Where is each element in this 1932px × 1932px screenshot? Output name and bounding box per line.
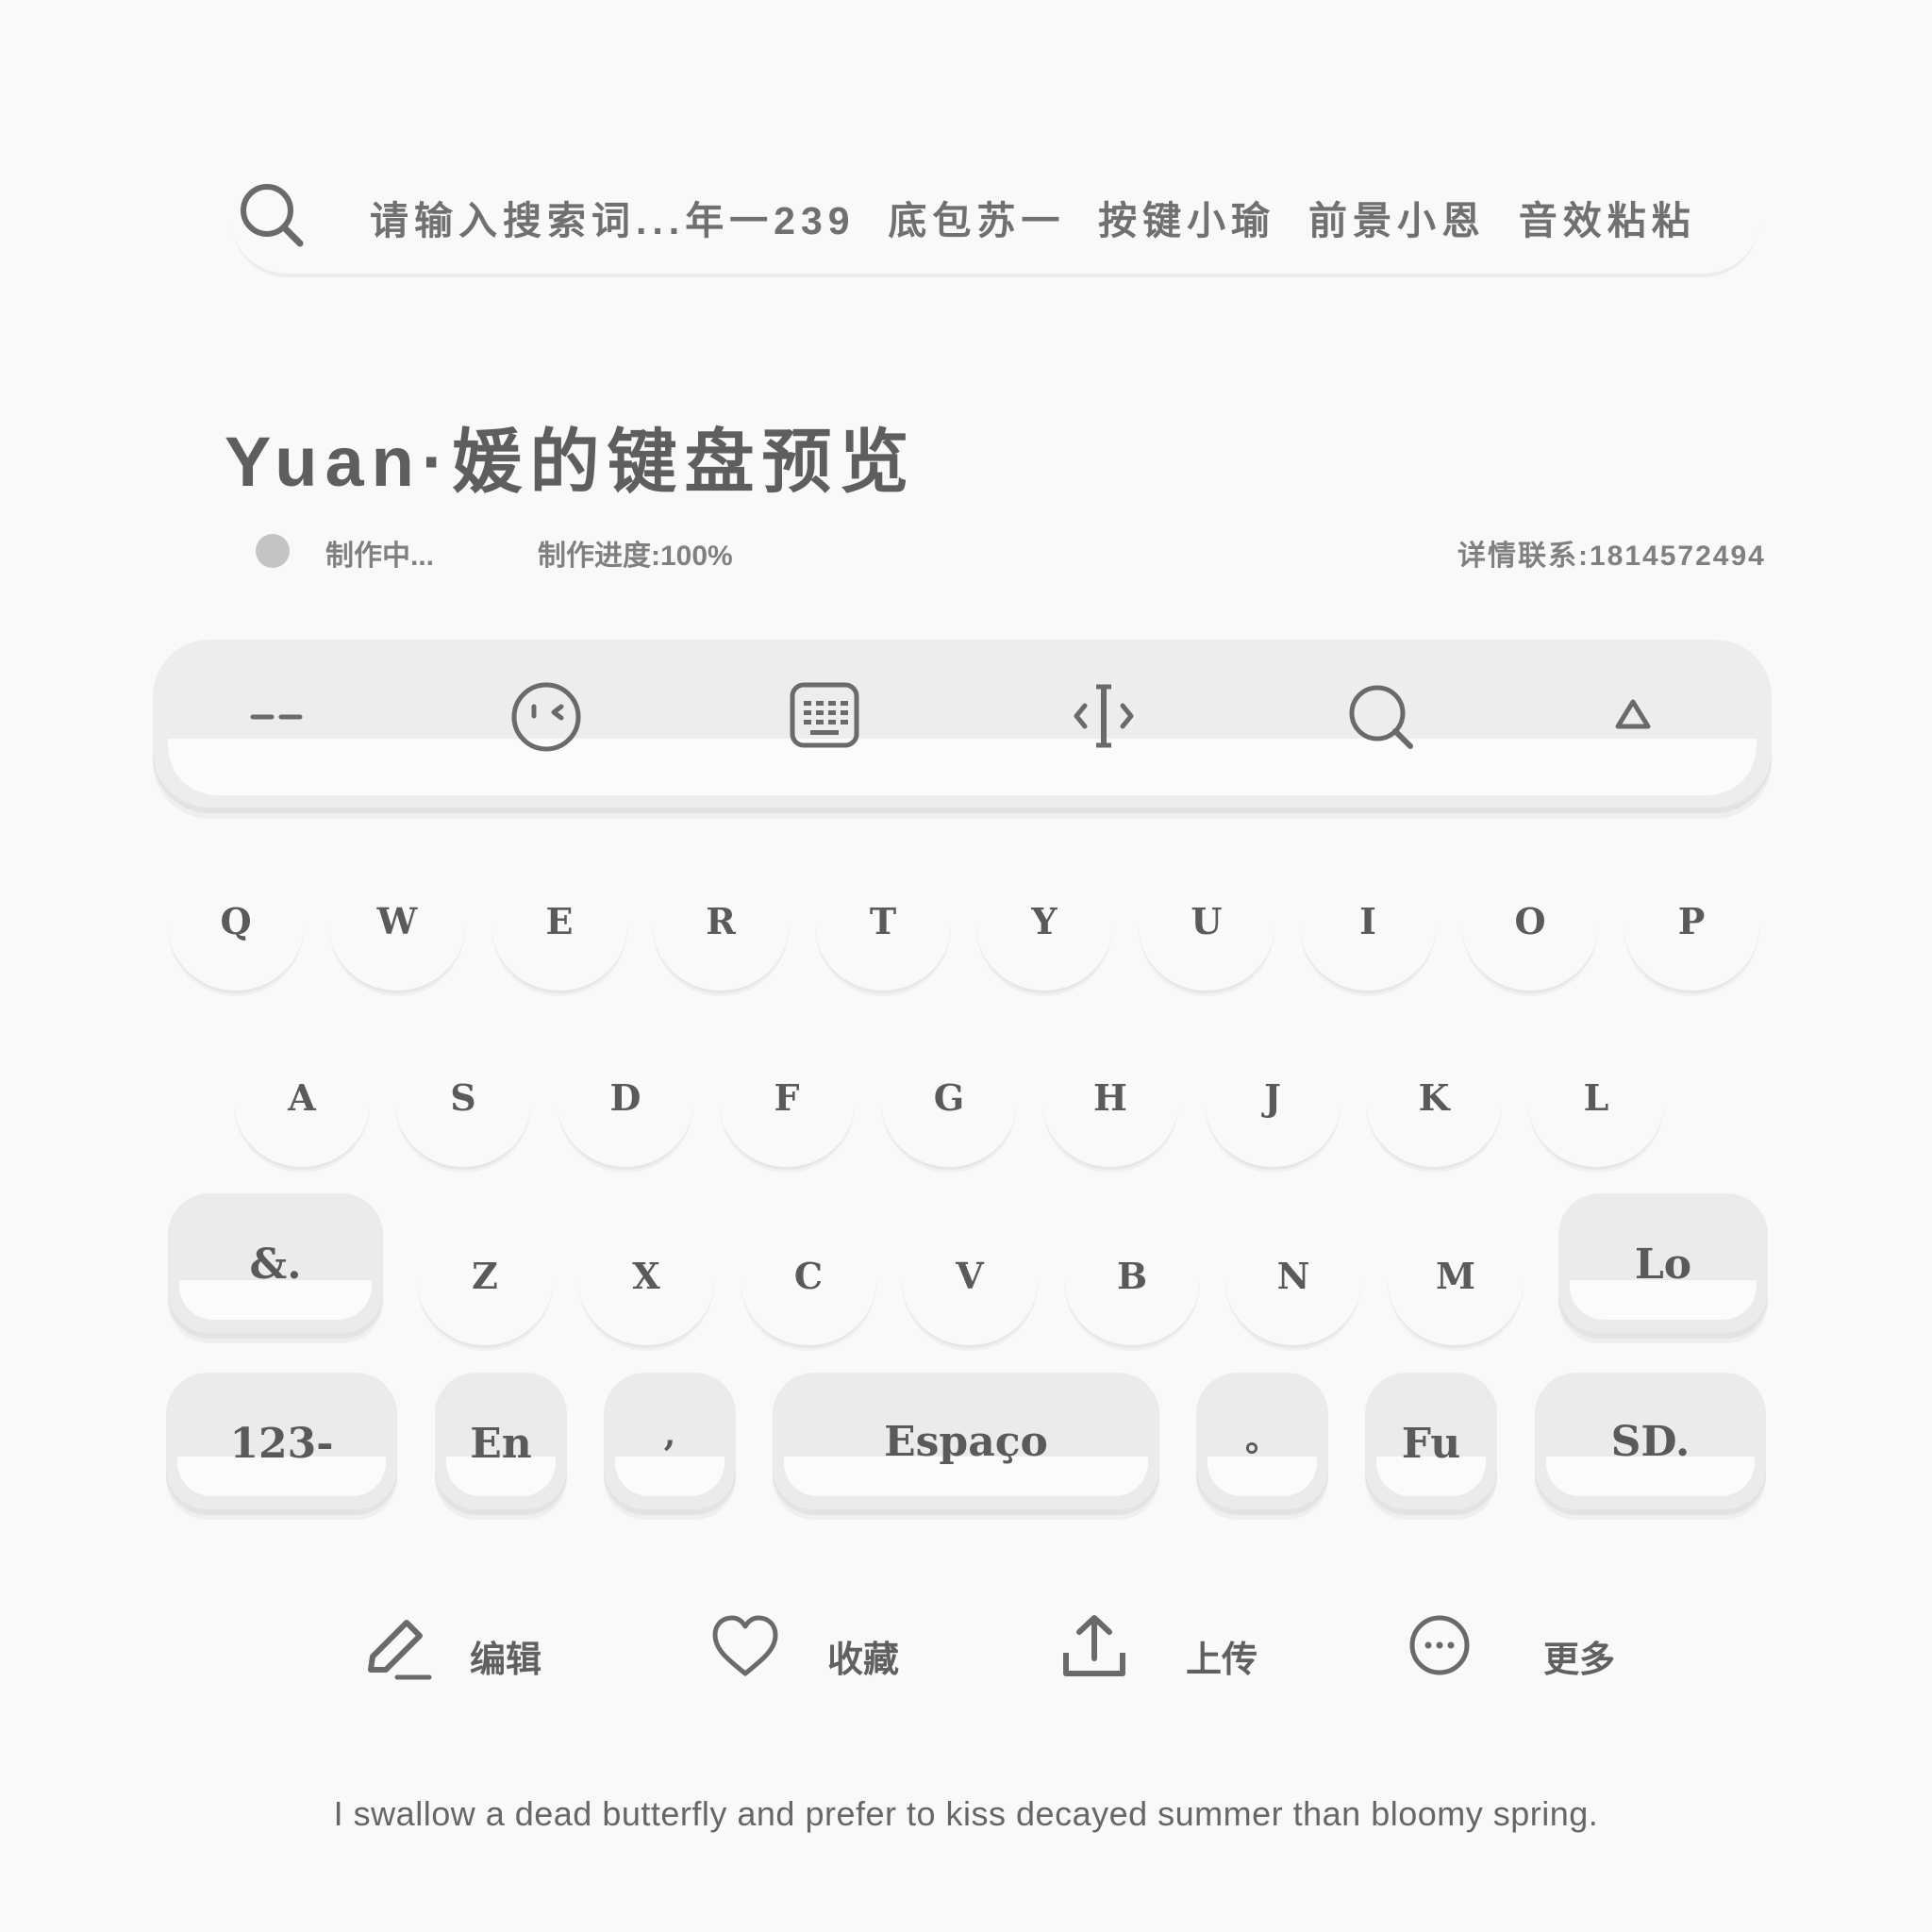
key-v[interactable]: V [902,1241,1038,1348]
key-q[interactable]: Q [168,887,304,993]
key-p[interactable]: P [1624,887,1759,993]
footer-quote: I swallow a dead butterfly and prefer to… [333,1794,1599,1833]
search-icon[interactable] [238,181,306,249]
key-w[interactable]: W [329,887,465,993]
numbers-key[interactable]: 123- [166,1373,397,1509]
lock-key[interactable]: Lo [1558,1193,1768,1333]
search-placeholder: 请输入搜索词... [370,199,686,242]
page-title: Yuan·媛的键盘预览 [225,423,917,501]
triangle-icon[interactable] [1595,677,1671,753]
more-label: 更多 [1543,1641,1616,1680]
wink-face-icon[interactable] [508,677,584,753]
more-icon [1409,1615,1470,1675]
key-k[interactable]: K [1366,1063,1502,1170]
period-key[interactable]: 。 [1196,1373,1328,1509]
status-dot [256,534,290,568]
edit-label: 编辑 [470,1641,542,1680]
language-key[interactable]: En [435,1373,567,1509]
key-b[interactable]: B [1064,1241,1200,1348]
heart-icon [712,1615,778,1676]
key-n[interactable]: N [1225,1241,1361,1348]
key-t[interactable]: T [815,887,951,993]
keyboard-toolbar [153,640,1772,808]
key-r[interactable]: R [653,887,789,993]
space-key[interactable]: Espaço [773,1373,1159,1509]
fu-key[interactable]: Fu [1365,1373,1497,1509]
key-d[interactable]: D [558,1063,693,1170]
comma-key[interactable]: , [604,1373,736,1509]
key-e[interactable]: E [491,887,627,993]
status-text: 制作中... [325,541,435,572]
key-s[interactable]: S [395,1063,531,1170]
key-i[interactable]: I [1300,887,1436,993]
edit-action[interactable]: 编辑 [363,1611,552,1687]
toolbar-lip [168,739,1757,795]
key-f[interactable]: F [719,1063,855,1170]
key-y[interactable]: Y [976,887,1112,993]
edit-icon [368,1620,432,1680]
key-x[interactable]: X [578,1241,714,1348]
key-u[interactable]: U [1139,887,1274,993]
more-action[interactable]: 更多 [1406,1611,1641,1687]
search-input[interactable]: 请输入搜索词...年一239 底包苏一 按键小瑜 前景小恩 音效粘粘 [370,189,1696,245]
favorite-label: 收藏 [827,1641,900,1680]
upload-label: 上传 [1186,1641,1258,1680]
key-h[interactable]: H [1042,1063,1178,1170]
dash-icon[interactable] [240,677,315,753]
favorite-action[interactable]: 收藏 [709,1611,917,1687]
key-j[interactable]: J [1205,1063,1341,1170]
text-cursor-icon[interactable] [1066,677,1141,753]
upload-icon [1063,1615,1125,1676]
key-z[interactable]: Z [417,1241,553,1348]
key-l[interactable]: L [1528,1063,1664,1170]
key-m[interactable]: M [1388,1241,1524,1348]
search-tags: 年一239 底包苏一 按键小瑜 前景小恩 音效粘粘 [685,199,1696,242]
keyboard-icon[interactable] [787,677,862,753]
upload-action[interactable]: 上传 [1058,1611,1266,1687]
symbols-key[interactable]: &. [168,1193,383,1333]
progress-text: 制作进度:100% [538,541,733,572]
key-c[interactable]: C [741,1241,876,1348]
key-a[interactable]: A [234,1063,370,1170]
send-key[interactable]: SD. [1535,1373,1766,1509]
key-o[interactable]: O [1462,887,1598,993]
search-icon[interactable] [1343,677,1419,753]
contact-text: 详情联系:1814572494 [1457,541,1766,572]
key-g[interactable]: G [881,1063,1017,1170]
